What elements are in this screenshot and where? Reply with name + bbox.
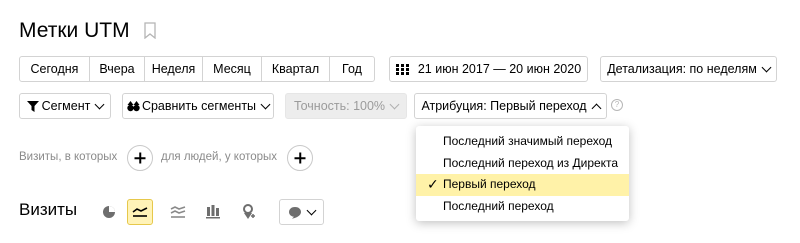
chevron-down-icon xyxy=(306,205,317,215)
comment-icon xyxy=(289,206,301,218)
add-people-condition-button[interactable] xyxy=(287,145,313,171)
detail-dropdown[interactable]: Детализация: по неделям xyxy=(600,56,777,82)
period-today-button[interactable]: Сегодня xyxy=(20,57,90,81)
attribution-label: Атрибуция: Первый переход xyxy=(421,99,587,113)
option-label: Последний переход xyxy=(443,198,554,213)
chevron-down-icon xyxy=(761,62,772,72)
option-label: Первый переход xyxy=(443,177,536,191)
chevron-down-icon xyxy=(260,99,271,109)
bar-chart-icon[interactable] xyxy=(200,199,226,225)
help-icon[interactable]: ? xyxy=(611,99,623,111)
compare-segments-button[interactable]: Сравнить сегменты xyxy=(122,93,274,119)
period-yesterday-button[interactable]: Вчера xyxy=(90,57,145,81)
period-year-button[interactable]: Год xyxy=(330,57,374,81)
segment-label: Сегмент xyxy=(41,99,91,113)
date-range-button[interactable]: 21 июн 2017 — 20 июн 2020 xyxy=(389,56,588,82)
calendar-icon xyxy=(395,63,409,75)
option-label: Последний значимый переход xyxy=(443,134,613,148)
date-range-label: 21 июн 2017 — 20 июн 2020 xyxy=(417,62,582,76)
bookmark-icon[interactable] xyxy=(144,22,156,39)
attribution-option-last[interactable]: Последний переход xyxy=(416,196,629,218)
add-visit-condition-button[interactable] xyxy=(127,145,153,171)
period-month-button[interactable]: Месяц xyxy=(203,57,262,81)
section-title: Визиты xyxy=(19,200,78,219)
map-pin-icon[interactable] xyxy=(236,199,262,225)
accuracy-label: Точность: 100% xyxy=(293,99,386,113)
chevron-down-icon xyxy=(389,99,400,109)
compare-label: Сравнить сегменты xyxy=(141,99,257,113)
visits-filter-label: Визиты, в которых xyxy=(19,151,118,163)
period-week-button[interactable]: Неделя xyxy=(145,57,203,81)
attribution-option-last-direct[interactable]: Последний переход из Директа xyxy=(416,153,629,175)
option-label: Последний переход из Директа xyxy=(443,155,619,170)
attribution-dropdown[interactable]: Атрибуция: Первый переход xyxy=(414,93,607,119)
check-icon: ✓ xyxy=(427,176,439,192)
attribution-menu: Последний значимый переход Последний пер… xyxy=(416,126,629,221)
area-chart-icon[interactable] xyxy=(165,199,191,225)
chart-options-dropdown[interactable] xyxy=(279,199,324,225)
detail-label: Детализация: по неделям xyxy=(607,62,757,76)
people-filter-label: для людей, у которых xyxy=(161,151,278,163)
attribution-option-last-significant[interactable]: Последний значимый переход xyxy=(416,131,629,153)
filter-icon xyxy=(26,100,39,112)
period-quarter-button[interactable]: Квартал xyxy=(262,57,330,81)
chevron-up-icon xyxy=(591,103,602,113)
chevron-down-icon xyxy=(94,99,105,109)
accuracy-dropdown: Точность: 100% xyxy=(285,93,407,119)
segment-button[interactable]: Сегмент xyxy=(19,93,111,119)
period-selector: Сегодня Вчера Неделя Месяц Квартал Год xyxy=(19,56,375,82)
attribution-option-first[interactable]: ✓ Первый переход xyxy=(416,174,629,196)
pie-chart-icon[interactable] xyxy=(96,199,122,225)
compare-icon xyxy=(127,101,140,112)
line-chart-icon[interactable] xyxy=(127,199,153,225)
page-title: Метки UTM xyxy=(19,19,130,42)
